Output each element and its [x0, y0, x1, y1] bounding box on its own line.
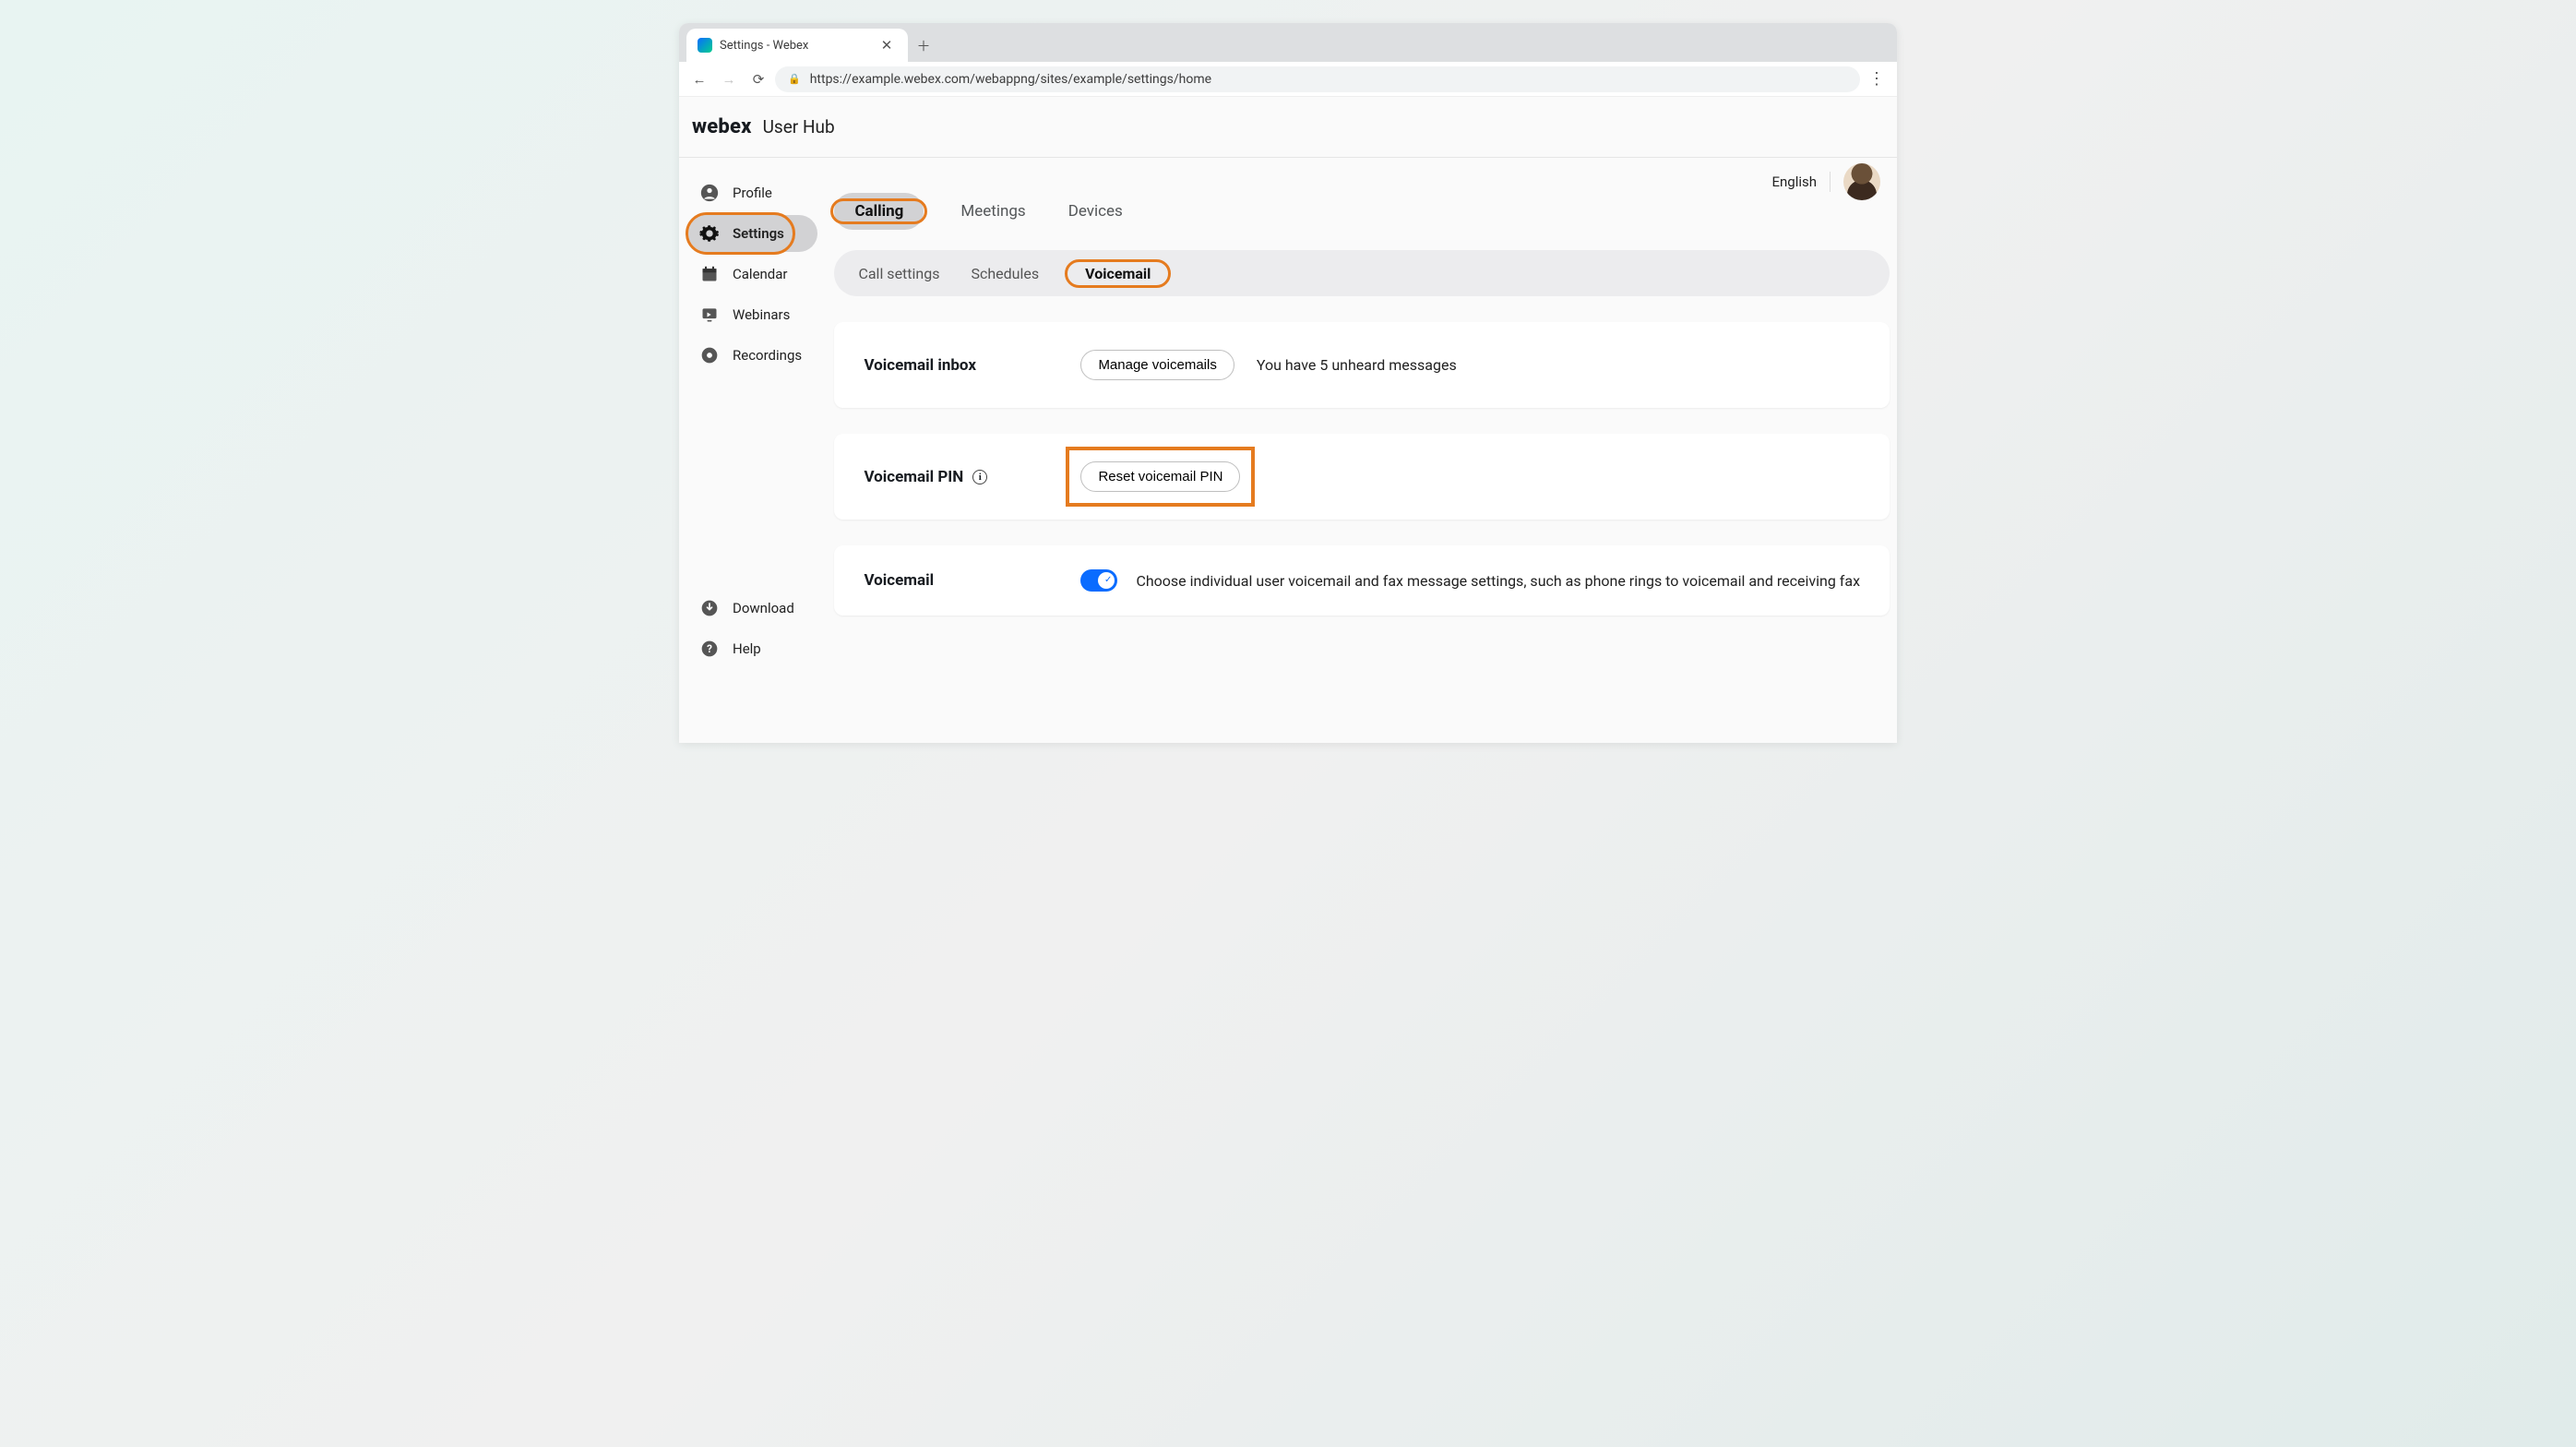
- voicemail-toggle[interactable]: ✓: [1080, 569, 1117, 592]
- gear-icon: [699, 223, 720, 244]
- webex-favicon-icon: [698, 38, 712, 53]
- subtab-voicemail[interactable]: Voicemail: [1070, 257, 1165, 290]
- voicemail-toggle-card: Voicemail ✓ Choose individual user voice…: [834, 545, 1890, 616]
- info-icon[interactable]: i: [972, 470, 987, 484]
- reset-voicemail-pin-button[interactable]: Reset voicemail PIN: [1080, 461, 1240, 492]
- subtab-schedules[interactable]: Schedules: [971, 265, 1039, 282]
- url-text: https://example.webex.com/webappng/sites…: [810, 72, 1211, 87]
- primary-tabs: Calling Meetings Devices: [827, 193, 1897, 230]
- record-icon: [699, 345, 720, 365]
- webex-logo: webex: [692, 115, 752, 138]
- sidebar-item-webinars[interactable]: Webinars: [688, 296, 817, 333]
- check-icon: ✓: [1104, 575, 1112, 585]
- voicemail-inbox-title: Voicemail inbox: [864, 356, 1080, 375]
- voicemail-pin-label: Voicemail PIN: [864, 468, 963, 486]
- subtab-call-settings[interactable]: Call settings: [858, 265, 939, 282]
- sub-tabs: Call settings Schedules Voicemail: [834, 250, 1890, 296]
- sidebar-item-download[interactable]: Download: [688, 590, 817, 627]
- language-selector[interactable]: English: [1771, 173, 1817, 190]
- voicemail-pin-title: Voicemail PIN i: [864, 468, 1080, 486]
- sidebar-label: Profile: [733, 185, 772, 201]
- download-icon: [699, 598, 720, 618]
- sidebar-item-help[interactable]: ? Help: [688, 630, 817, 667]
- sidebar: Profile Settings Calendar: [679, 158, 827, 684]
- sidebar-label: Download: [733, 600, 794, 616]
- person-icon: [699, 183, 720, 203]
- voicemail-inbox-card: Voicemail inbox Manage voicemails You ha…: [834, 322, 1890, 408]
- reload-button[interactable]: ⟳: [745, 66, 771, 92]
- tab-title: Settings - Webex: [720, 39, 808, 53]
- tab-calling[interactable]: Calling: [834, 193, 924, 230]
- calendar-icon: [699, 264, 720, 284]
- address-bar[interactable]: 🔒 https://example.webex.com/webappng/sit…: [775, 66, 1860, 92]
- back-button[interactable]: ←: [686, 66, 712, 92]
- new-tab-button[interactable]: ＋: [913, 35, 934, 55]
- tab-devices[interactable]: Devices: [1063, 193, 1128, 230]
- main-panel: English Calling Meetings Devices Call se…: [827, 158, 1897, 684]
- browser-tab[interactable]: Settings - Webex ✕: [686, 29, 908, 62]
- voicemail-toggle-title: Voicemail: [864, 571, 1080, 590]
- forward-button[interactable]: →: [716, 66, 742, 92]
- sidebar-label: Calendar: [733, 266, 788, 282]
- webinar-icon: [699, 305, 720, 325]
- sidebar-label: Settings: [733, 225, 784, 242]
- browser-window: Settings - Webex ✕ ＋ ← → ⟳ 🔒 https://exa…: [679, 23, 1897, 743]
- manage-voicemails-button[interactable]: Manage voicemails: [1080, 350, 1234, 380]
- browser-toolbar: ← → ⟳ 🔒 https://example.webex.com/webapp…: [679, 62, 1897, 97]
- unheard-count-text: You have 5 unheard messages: [1257, 356, 1457, 374]
- browser-menu-button[interactable]: ⋮: [1864, 69, 1890, 89]
- sidebar-label: Help: [733, 640, 761, 657]
- sidebar-item-recordings[interactable]: Recordings: [688, 337, 817, 374]
- divider: [1830, 172, 1831, 192]
- tab-meetings[interactable]: Meetings: [955, 193, 1031, 230]
- brand-bar: webex User Hub: [679, 97, 1897, 158]
- tab-strip: Settings - Webex ✕ ＋: [679, 23, 1897, 62]
- hub-title: User Hub: [763, 116, 835, 138]
- sidebar-item-profile[interactable]: Profile: [688, 174, 817, 211]
- sidebar-item-calendar[interactable]: Calendar: [688, 256, 817, 293]
- voicemail-pin-card: Voicemail PIN i Reset voicemail PIN: [834, 434, 1890, 520]
- close-tab-button[interactable]: ✕: [877, 35, 897, 55]
- sidebar-label: Recordings: [733, 347, 802, 364]
- sidebar-label: Webinars: [733, 306, 790, 323]
- sidebar-item-settings[interactable]: Settings: [688, 215, 817, 252]
- help-icon: ?: [699, 639, 720, 659]
- svg-text:?: ?: [707, 642, 712, 655]
- voicemail-toggle-desc: Choose individual user voicemail and fax…: [1136, 572, 1860, 590]
- page-body: webex User Hub Profile Settings: [679, 97, 1897, 743]
- lock-icon: 🔒: [788, 73, 801, 85]
